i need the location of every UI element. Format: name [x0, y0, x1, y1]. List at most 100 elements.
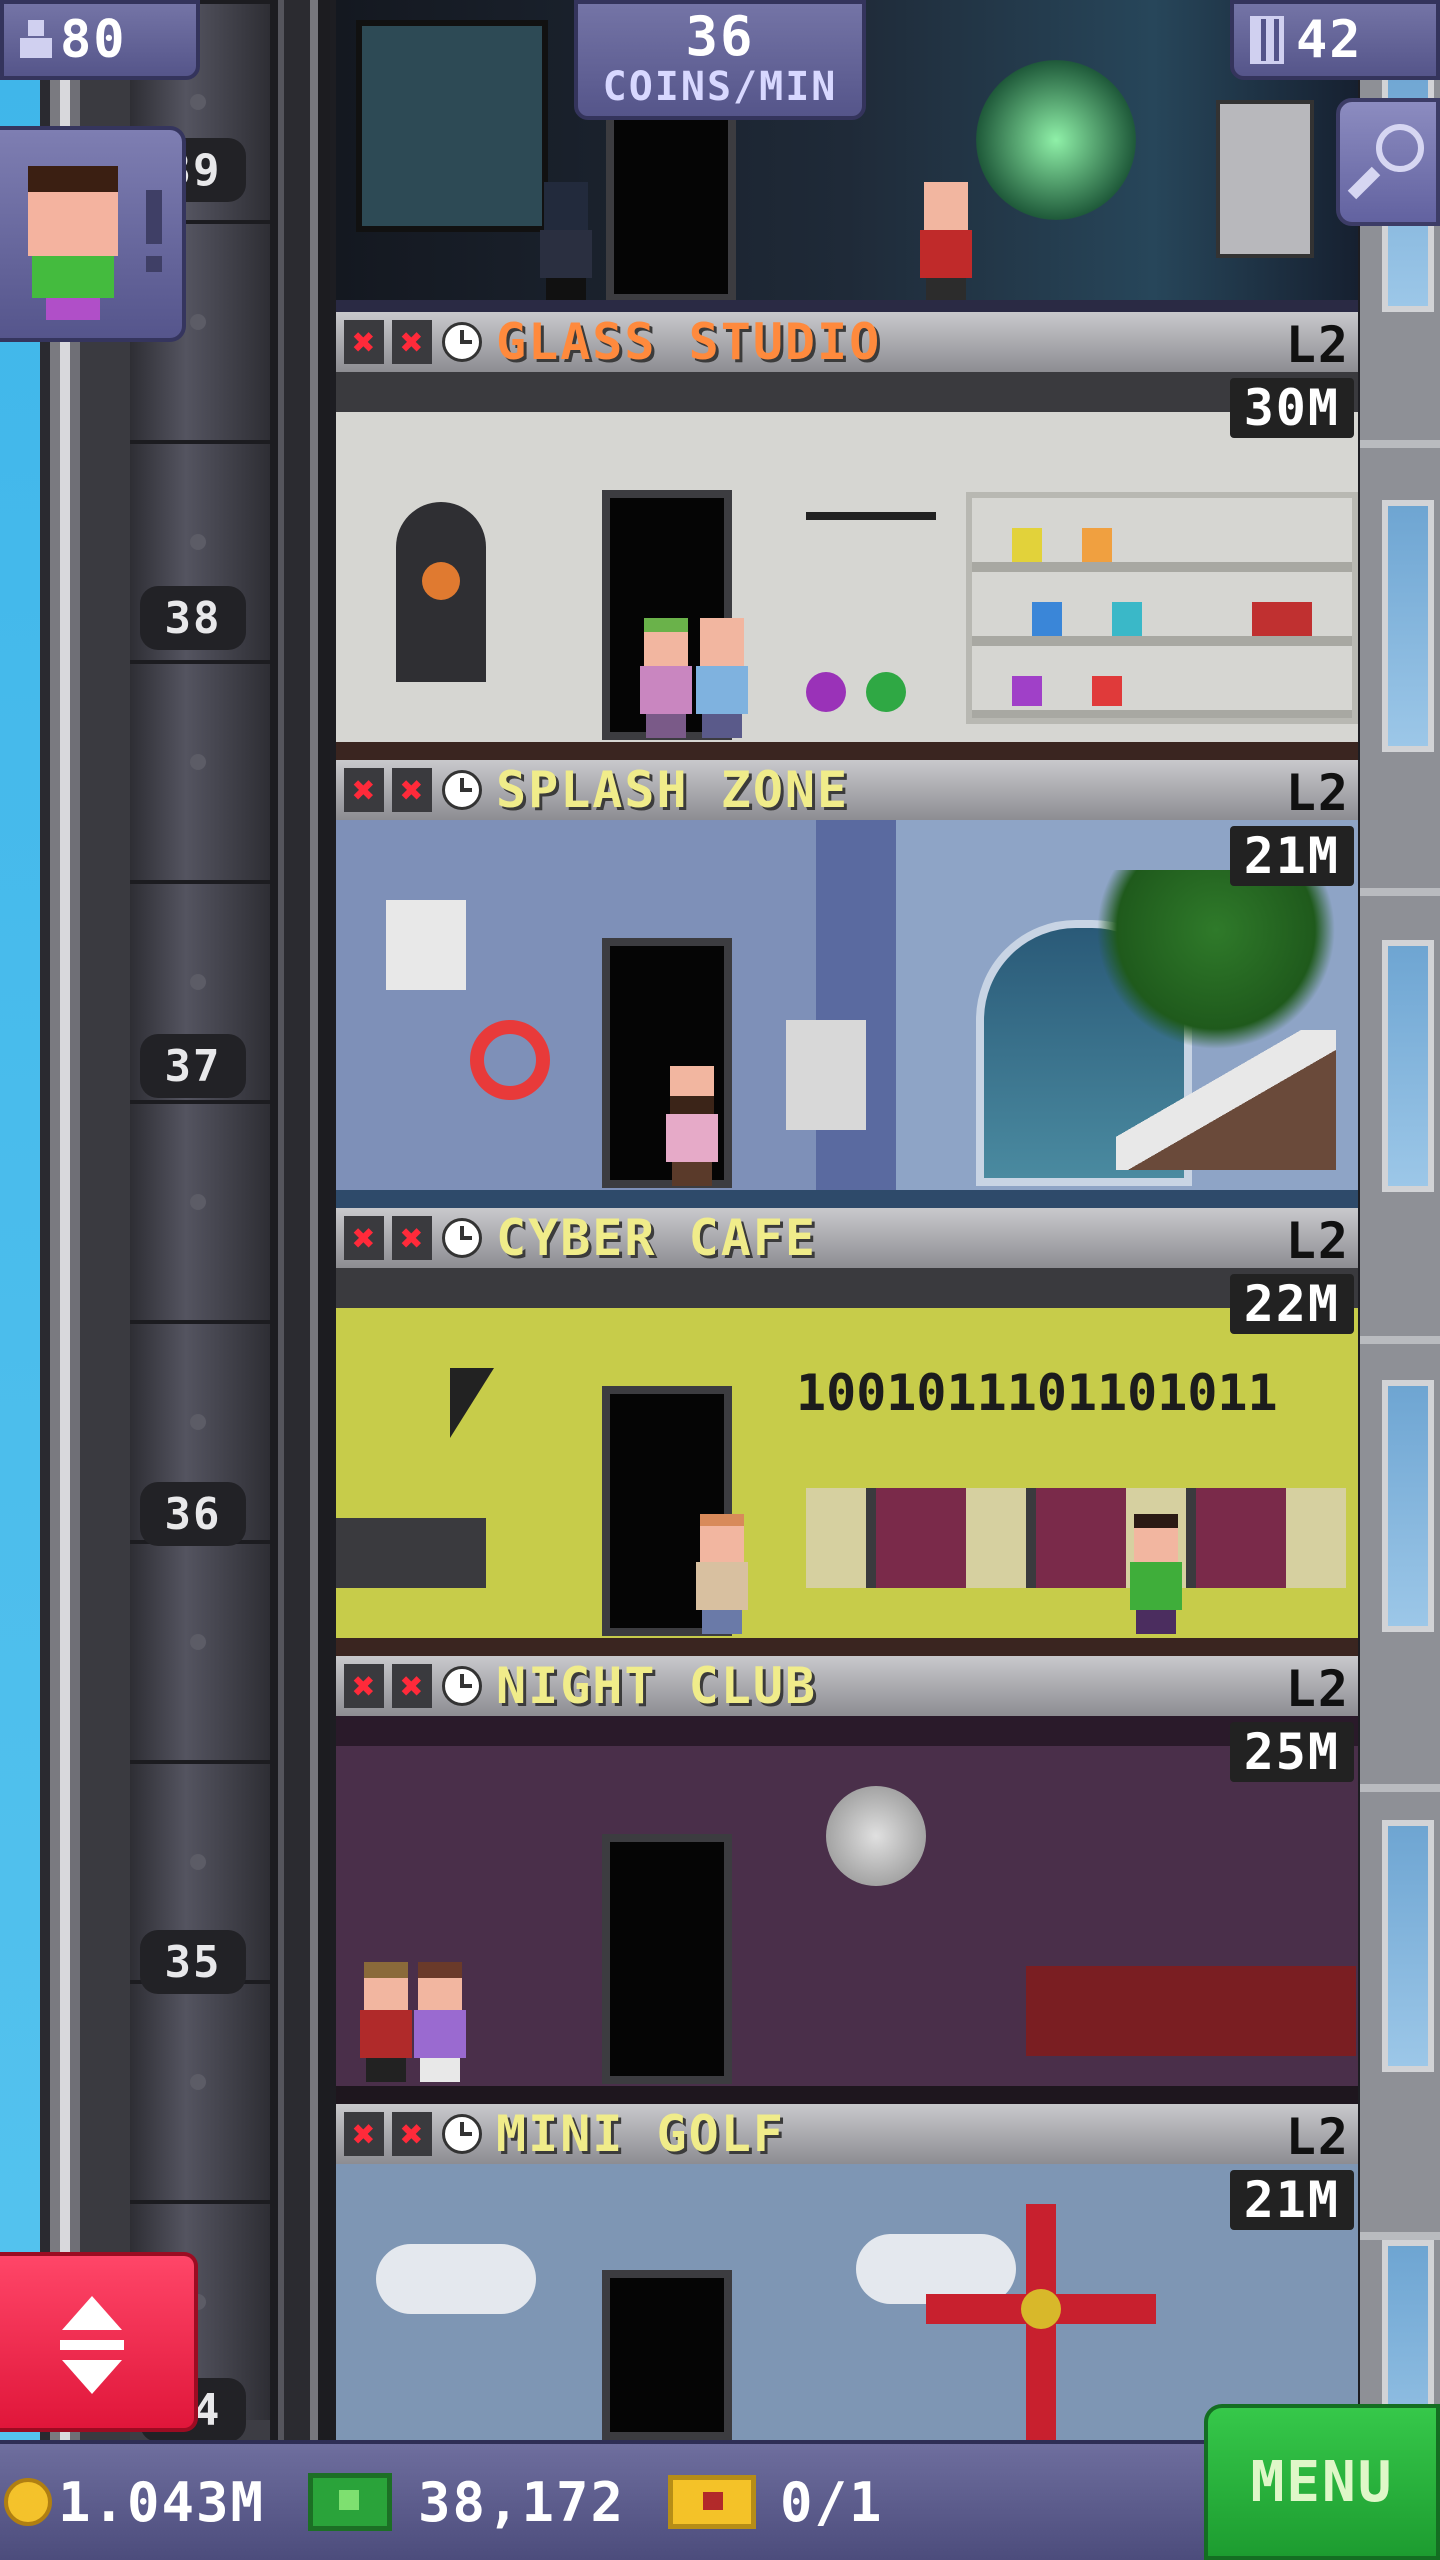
sky [0, 0, 40, 2440]
bitizen[interactable] [1126, 1514, 1186, 1634]
floor-base [336, 1638, 1358, 1656]
disco-ball [826, 1786, 926, 1886]
life-ring [470, 1020, 550, 1100]
floor-base [336, 1190, 1358, 1208]
floor-interior [336, 820, 1358, 1208]
x-icon: ✖ [392, 1216, 432, 1260]
floor-level: L2 [1285, 316, 1350, 374]
floor-name: MINI GOLF [496, 2105, 785, 2163]
floor-income-badge: 21M [1229, 826, 1354, 886]
bitizen[interactable] [916, 182, 976, 302]
floor-income-badge: 22M [1229, 1274, 1354, 1334]
bitizen[interactable] [536, 182, 596, 302]
coins-display[interactable]: 1.043M [4, 2444, 265, 2560]
floor-level: L2 [1285, 1660, 1350, 1718]
floor-mini-golf[interactable]: ✖ ✖ MINI GOLF L2 21M [336, 2104, 1358, 2440]
kiln [396, 502, 486, 682]
computer-desks [806, 1488, 1346, 1588]
floor-interior [336, 372, 1358, 760]
bux-icon [308, 2473, 392, 2531]
shaft-segment [130, 1100, 270, 1320]
floor-splash-zone[interactable]: ✖ ✖ SPLASH ZONE L2 21M [336, 760, 1358, 1208]
bitizen[interactable] [692, 618, 752, 738]
floor-name: GLASS STUDIO [496, 313, 882, 371]
floor-header: ✖ ✖ GLASS STUDIO L2 [336, 312, 1358, 374]
floor-name: SPLASH ZONE [496, 761, 850, 819]
floor-header: ✖ ✖ NIGHT CLUB L2 [336, 1656, 1358, 1718]
window [1382, 940, 1434, 1192]
floor-counter[interactable]: 42 [1230, 0, 1440, 80]
atm-machine [1216, 100, 1314, 258]
ticket-icon [668, 2475, 756, 2529]
bitizen-avatar [28, 166, 118, 256]
x-icon: ✖ [392, 768, 432, 812]
elevator-rail [270, 0, 330, 2440]
floor-cyber-cafe[interactable]: ✖ ✖ CYBER CAFE L2 22M 1001011101101011 [336, 1208, 1358, 1656]
door [602, 2270, 732, 2440]
floor-name: NIGHT CLUB [496, 1657, 818, 1715]
floor-number-38: 38 [140, 586, 246, 650]
floor-base [336, 2086, 1358, 2104]
floor-level: L2 [1285, 1212, 1350, 1270]
search-button[interactable] [1336, 98, 1440, 226]
glass-tool-rack [806, 512, 936, 620]
floor-number-36: 36 [140, 1482, 246, 1546]
floor-number-37: 37 [140, 1034, 246, 1098]
counter [336, 1518, 486, 1588]
floor-interior [336, 2164, 1358, 2440]
tickets-value: 0/1 [780, 2470, 884, 2534]
shaft-segment [130, 660, 270, 880]
clock-icon [442, 1666, 482, 1706]
poster [356, 20, 548, 232]
floor-base [336, 742, 1358, 760]
elevator-shaft[interactable] [130, 0, 270, 2440]
magnifier-icon [1376, 124, 1424, 172]
x-icon: ✖ [344, 2112, 384, 2156]
vase [866, 672, 906, 712]
x-icon: ✖ [344, 320, 384, 364]
shaft-segment [130, 1980, 270, 2200]
x-icon: ✖ [392, 320, 432, 364]
floor-number-35: 35 [140, 1930, 246, 1994]
window [1382, 500, 1434, 752]
x-icon: ✖ [392, 1664, 432, 1708]
beach-chair [786, 1020, 866, 1130]
population-counter[interactable]: 80 [0, 0, 200, 80]
club-couch [1026, 1966, 1356, 2056]
bitizen-alert-button[interactable] [0, 126, 186, 342]
floor-level: L2 [1285, 764, 1350, 822]
windmill [926, 2204, 1156, 2440]
building-right-wall [1360, 0, 1440, 2492]
cloud [376, 2244, 536, 2314]
floor-income-badge: 25M [1229, 1722, 1354, 1782]
person-icon [20, 20, 52, 60]
bitizen[interactable] [410, 1962, 470, 2082]
floor-header: ✖ ✖ SPLASH ZONE L2 [336, 760, 1358, 822]
floor-interior [336, 1716, 1358, 2104]
tickets-display[interactable]: 0/1 [668, 2444, 884, 2560]
vase [806, 672, 846, 712]
vase-shelves [966, 492, 1358, 724]
floor-glass-studio[interactable]: ✖ ✖ GLASS STUDIO L2 30M [336, 312, 1358, 760]
x-icon: ✖ [344, 1664, 384, 1708]
notice-board [386, 900, 466, 990]
exclamation-icon [146, 190, 162, 272]
floor-base [336, 300, 1358, 312]
water-slide [1116, 1030, 1336, 1170]
floor-night-club[interactable]: ✖ ✖ NIGHT CLUB L2 25M [336, 1656, 1358, 2104]
window [1382, 1820, 1434, 2072]
coins-value: 1.043M [58, 2470, 266, 2534]
bitizen[interactable] [692, 1514, 752, 1634]
cursor-icon [450, 1368, 494, 1438]
floor-level: L2 [1285, 2108, 1350, 2166]
coins-per-minute: 36 COINS/MIN [574, 0, 866, 120]
bitizen[interactable] [662, 1066, 722, 1186]
coins-rate-unit: COINS/MIN [602, 64, 838, 110]
population-value: 80 [60, 10, 127, 70]
bitizen[interactable] [356, 1962, 416, 2082]
bux-display[interactable]: 38,172 [308, 2444, 625, 2560]
elevator-button[interactable] [0, 2252, 198, 2432]
menu-button[interactable]: MENU [1204, 2404, 1440, 2560]
clock-icon [442, 1218, 482, 1258]
bitizen[interactable] [636, 618, 696, 738]
